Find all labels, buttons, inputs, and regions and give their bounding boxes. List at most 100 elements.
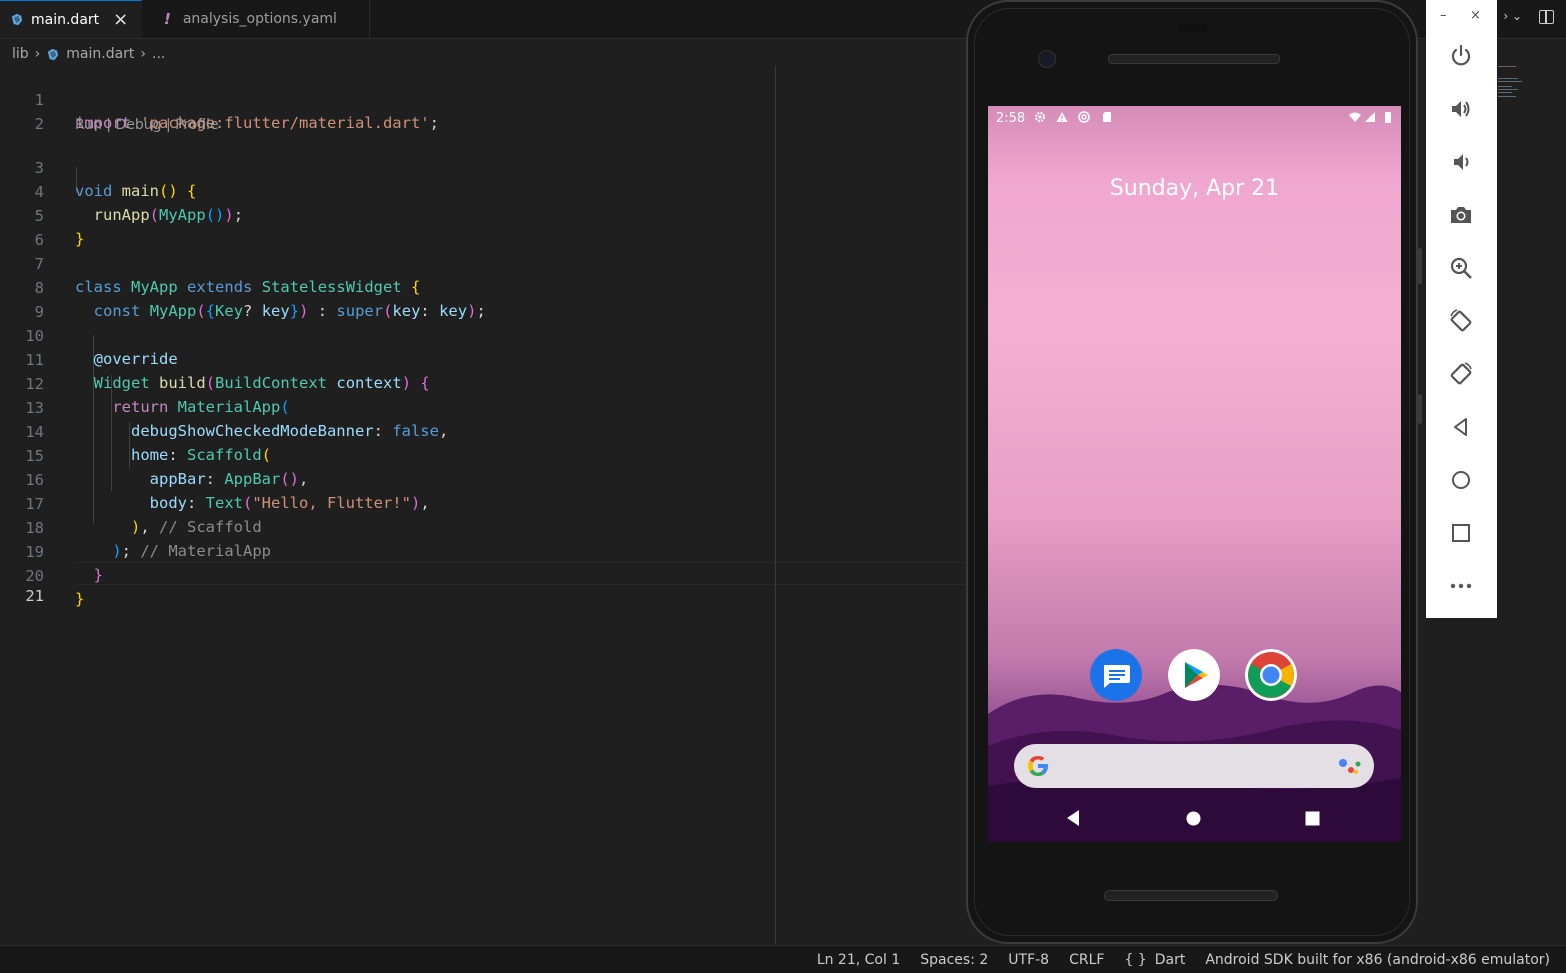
home-icon[interactable] xyxy=(1186,811,1201,826)
tab-main-dart[interactable]: main.dart × xyxy=(0,0,142,38)
bottom-speaker xyxy=(1104,890,1278,901)
code-token: key xyxy=(439,302,468,320)
code-token: Key xyxy=(215,302,244,320)
breadcrumb-more[interactable]: ... xyxy=(152,46,165,62)
home-date[interactable]: Sunday, Apr 21 xyxy=(988,176,1401,201)
code-token: false xyxy=(392,422,439,440)
chrome-app-icon[interactable] xyxy=(1245,649,1297,701)
code-token: class xyxy=(75,278,122,296)
codelens-run-debug-profile[interactable]: Run | Debug | Profile xyxy=(75,115,219,135)
rotate-right-icon xyxy=(1450,362,1472,385)
device-selector[interactable]: Android SDK built for x86 (android-x86 e… xyxy=(1205,952,1550,968)
code-line: 3 void main() { xyxy=(0,134,197,200)
breadcrumb-folder[interactable]: lib xyxy=(12,46,29,62)
breadcrumb: lib › main.dart › ... xyxy=(12,44,165,64)
tab-analysis-options[interactable]: ! analysis_options.yaml xyxy=(142,0,370,38)
code-line: 21 xyxy=(0,562,44,605)
minimize-button[interactable]: – xyxy=(1440,8,1447,23)
volume-up-button[interactable] xyxy=(1448,96,1474,122)
code-token: appBar xyxy=(149,470,206,488)
overview-button[interactable] xyxy=(1448,520,1474,546)
code-line: 14 home: Scaffold( xyxy=(0,398,271,464)
code-token: context xyxy=(336,374,402,392)
code-line: 12 return MaterialApp( xyxy=(0,350,289,416)
breadcrumb-file[interactable]: main.dart xyxy=(66,46,134,62)
code-token: AppBar xyxy=(224,470,281,488)
code-comment: // Scaffold xyxy=(159,518,262,536)
overview-icon[interactable] xyxy=(1305,811,1320,826)
do-not-disturb-icon xyxy=(1078,111,1090,123)
code-line: 19 } xyxy=(0,518,103,584)
code-token: MyApp xyxy=(149,302,197,320)
back-button[interactable] xyxy=(1448,414,1474,440)
android-status-bar: 2:58 xyxy=(988,106,1401,132)
code-token: return xyxy=(112,398,169,416)
code-line: 8 const MyApp({Key? key}) : super(key: k… xyxy=(0,254,486,320)
volume-down-button[interactable] xyxy=(1448,149,1474,175)
settings-icon xyxy=(1034,111,1046,123)
google-search-bar[interactable] xyxy=(1014,744,1374,788)
play-store-app-icon[interactable] xyxy=(1168,649,1220,701)
android-emulator-frame: 2:58 Sunday, Apr 21 xyxy=(966,0,1422,944)
braces-icon[interactable]: { } xyxy=(1124,952,1146,968)
home-icon xyxy=(1452,471,1470,489)
screenshot-button[interactable] xyxy=(1448,202,1474,228)
code-token: key xyxy=(392,302,421,320)
chevron-down-icon[interactable]: › ⌄ xyxy=(1503,9,1522,23)
minimap[interactable] xyxy=(1496,66,1556,106)
code-line: 4 runApp(MyApp()); xyxy=(0,158,243,224)
indentation[interactable]: Spaces: 2 xyxy=(920,952,988,968)
code-line: 6 xyxy=(0,206,44,249)
messages-app-icon[interactable] xyxy=(1090,649,1142,701)
signal-icon xyxy=(1365,112,1375,122)
code-token: debugShowCheckedModeBanner xyxy=(131,422,374,440)
cursor-position[interactable]: Ln 21, Col 1 xyxy=(817,952,900,968)
code-token: const xyxy=(93,302,141,320)
chevron-right-icon: › xyxy=(34,46,41,62)
rotate-left-button[interactable] xyxy=(1448,308,1474,334)
home-button[interactable] xyxy=(1448,467,1474,493)
power-icon xyxy=(1451,44,1471,66)
code-token: @override xyxy=(93,350,178,368)
power-button xyxy=(1418,394,1422,424)
rotate-right-button[interactable] xyxy=(1448,361,1474,387)
top-speaker xyxy=(1108,54,1280,64)
dart-file-icon xyxy=(11,13,23,26)
code-line: 15 appBar: AppBar(), xyxy=(0,422,308,488)
code-line: 18 ); // MaterialApp xyxy=(0,494,271,560)
line-endings[interactable]: CRLF xyxy=(1069,952,1104,968)
zoom-icon xyxy=(1450,257,1472,279)
code-line: 5 } xyxy=(0,182,85,248)
code-token: key xyxy=(261,302,290,320)
close-button[interactable]: × xyxy=(1470,8,1481,23)
wifi-icon xyxy=(1349,112,1361,122)
language-mode[interactable]: Dart xyxy=(1155,952,1186,968)
android-nav-bar xyxy=(988,796,1401,842)
code-line: 10 @override xyxy=(0,302,177,368)
code-token: MyApp xyxy=(159,206,206,224)
power-button[interactable] xyxy=(1448,43,1474,69)
code-token: StatelessWidget xyxy=(261,278,402,296)
code-token: "Hello, Flutter!" xyxy=(252,494,411,512)
more-button[interactable] xyxy=(1448,573,1474,599)
dart-file-icon xyxy=(48,48,59,60)
back-icon xyxy=(1454,418,1467,436)
zoom-button[interactable] xyxy=(1448,255,1474,281)
back-icon[interactable] xyxy=(1065,809,1081,827)
code-token: runApp xyxy=(93,206,150,224)
code-comment: // MaterialApp xyxy=(140,542,271,560)
clock: 2:58 xyxy=(996,111,1026,126)
earpiece xyxy=(1178,24,1208,32)
assistant-icon[interactable] xyxy=(1338,756,1362,776)
android-home-screen[interactable]: 2:58 Sunday, Apr 21 xyxy=(988,106,1401,842)
chevron-right-icon: › xyxy=(140,46,147,62)
camera-icon xyxy=(1451,207,1471,223)
code-line: 11 Widget build(BuildContext context) { xyxy=(0,326,429,392)
encoding[interactable]: UTF-8 xyxy=(1008,952,1049,968)
more-icon xyxy=(1450,583,1472,589)
line-number: 2 xyxy=(34,115,44,133)
split-editor-icon[interactable] xyxy=(1539,10,1554,24)
code-token: Widget xyxy=(93,374,150,392)
code-editor[interactable]: 1 import 'package:flutter/material.dart'… xyxy=(0,66,966,944)
close-icon[interactable]: × xyxy=(113,10,128,29)
